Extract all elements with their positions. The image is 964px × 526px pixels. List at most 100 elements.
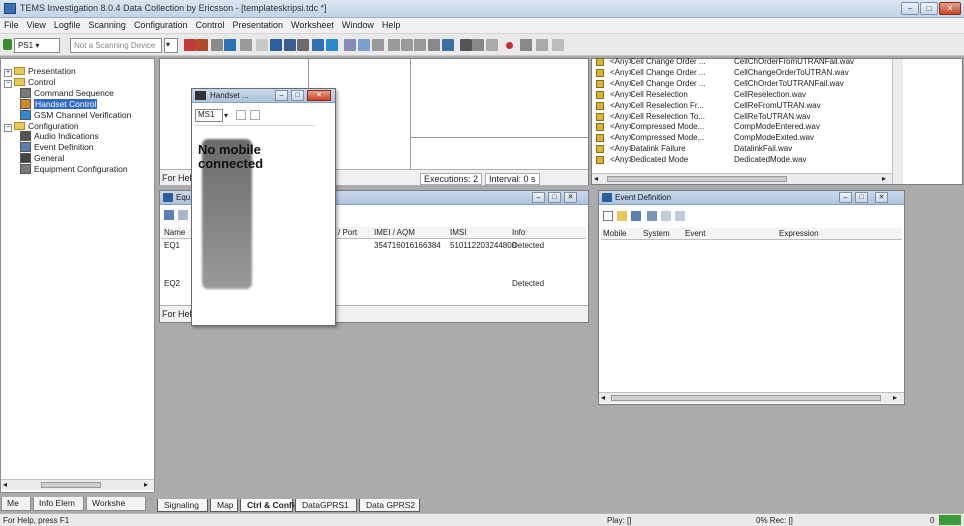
toolbar-tool-icon[interactable] xyxy=(506,42,513,49)
worksheet-tab[interactable]: Signaling xyxy=(157,499,208,512)
list-item[interactable]: <Any> Datalink Failure DatalinkFail.wav xyxy=(594,143,890,154)
scroll-right-icon[interactable]: ▸ xyxy=(893,393,897,402)
audio-event: Cell Change Order ... xyxy=(630,57,706,66)
menu-window[interactable]: Window xyxy=(338,18,378,30)
toolbar-tool-icon[interactable] xyxy=(388,39,400,51)
list-item[interactable]: <Any> Dedicated Mode DedicatedMode.wav xyxy=(594,154,890,165)
delete-icon[interactable] xyxy=(675,211,685,221)
worksheet-tab[interactable]: Map xyxy=(210,499,238,512)
list-item[interactable]: <Any> Cell Change Order ... CellChOrderToU… xyxy=(594,78,890,89)
collapse-icon[interactable]: − xyxy=(4,123,12,132)
menu-presentation[interactable]: Presentation xyxy=(229,18,288,30)
toolbar-tool-icon[interactable] xyxy=(486,39,498,51)
toolbar-tool-icon[interactable] xyxy=(284,39,296,51)
navigator-hscroll[interactable]: ◂ ▸ xyxy=(1,479,154,490)
handset-maximize-button[interactable]: □ xyxy=(291,90,304,101)
nav-tab-info-elem[interactable]: Info Elem xyxy=(33,497,84,511)
toolbar-tool-icon[interactable] xyxy=(372,39,384,51)
minimize-button[interactable]: – xyxy=(901,2,919,15)
collapse-icon[interactable]: − xyxy=(4,79,12,88)
toolbar-tool-icon[interactable] xyxy=(472,39,484,51)
new-icon[interactable] xyxy=(603,211,613,221)
toolbar-tool-icon[interactable] xyxy=(401,39,413,51)
toolbar-tool-icon[interactable] xyxy=(414,39,426,51)
device-combo-value: PS1 xyxy=(18,41,34,50)
scroll-left-icon[interactable]: ◂ xyxy=(3,480,7,489)
menu-logfile[interactable]: Logfile xyxy=(50,18,85,30)
toolbar-tool-icon[interactable] xyxy=(240,39,252,51)
toolbar-tool-icon[interactable] xyxy=(442,39,454,51)
scanning-combo-dropdown[interactable]: ▾ xyxy=(164,38,178,53)
scroll-thumb[interactable] xyxy=(611,395,881,401)
toolbar-tool-icon[interactable] xyxy=(184,39,196,51)
menu-configuration[interactable]: Configuration xyxy=(130,18,192,30)
handset-close-button[interactable]: ✕ xyxy=(307,90,331,101)
handset-connect-icon[interactable] xyxy=(236,110,246,120)
list-item[interactable]: <Any> Compressed Mode... CompModeExited.wa… xyxy=(594,132,890,143)
scroll-left-icon[interactable]: ◂ xyxy=(601,393,605,402)
save-icon[interactable] xyxy=(631,211,641,221)
scroll-right-icon[interactable]: ▸ xyxy=(882,174,886,183)
worksheet-tab[interactable]: Data GPRS2 xyxy=(359,499,420,512)
scroll-right-icon[interactable]: ▸ xyxy=(144,480,148,489)
toolbar-tool-icon[interactable] xyxy=(326,39,338,51)
toolbar-tool-icon[interactable] xyxy=(196,39,208,51)
toolbar-tool-icon[interactable] xyxy=(344,39,356,51)
list-item[interactable]: <Any> Cell Reselection Fr... CellReFromUTR… xyxy=(594,100,890,111)
add-icon[interactable] xyxy=(647,211,657,221)
maximize-button[interactable]: □ xyxy=(920,2,938,15)
handset-minimize-button[interactable]: – xyxy=(275,90,288,101)
scanning-combo[interactable]: Not a Scanning Device xyxy=(70,38,162,53)
nav-tab-menu[interactable]: Me xyxy=(1,497,31,511)
equipment-tool2-icon[interactable] xyxy=(178,210,188,220)
list-item[interactable]: <Any> Cell Reselection CellReselection.wav xyxy=(594,89,890,100)
menu-help[interactable]: Help xyxy=(378,18,405,30)
open-icon[interactable] xyxy=(617,211,627,221)
audio-vscroll[interactable] xyxy=(892,59,903,184)
toolbar-tool-icon[interactable] xyxy=(536,39,548,51)
nav-tab-worksheet[interactable]: Workshe xyxy=(86,497,146,511)
audio-hscroll[interactable]: ◂ ▸ xyxy=(592,173,892,184)
toolbar-tool-icon[interactable] xyxy=(312,39,324,51)
edit-icon[interactable] xyxy=(661,211,671,221)
equipment-maximize-button[interactable]: □ xyxy=(548,192,561,203)
scroll-thumb[interactable] xyxy=(607,176,787,182)
list-item[interactable]: <Any> Cell Change Order ... CellChOrderFro… xyxy=(594,56,890,67)
toolbar-tool-icon[interactable] xyxy=(552,39,564,51)
equipment-close-button[interactable]: ✕ xyxy=(564,192,577,203)
toolbar-tool-icon[interactable] xyxy=(428,39,440,51)
toolbar-tool-icon[interactable] xyxy=(270,39,282,51)
scroll-left-icon[interactable]: ◂ xyxy=(594,174,598,183)
list-item[interactable]: <Any> Cell Reselection To... CellReToUTRAN… xyxy=(594,111,890,122)
menu-scanning[interactable]: Scanning xyxy=(84,18,130,30)
toolbar-tool-icon[interactable] xyxy=(211,39,223,51)
handset-disconnect-icon[interactable] xyxy=(250,110,260,120)
toolbar-tool-icon[interactable] xyxy=(256,39,268,51)
event-hscroll[interactable]: ◂ ▸ xyxy=(599,392,904,403)
event-close-button[interactable]: ✕ xyxy=(875,192,888,203)
equipment-tool-icon[interactable] xyxy=(164,210,174,220)
event-maximize-button[interactable]: □ xyxy=(855,192,868,203)
worksheet-tab[interactable]: Ctrl & Config xyxy=(240,499,299,512)
navigator-item[interactable]: Equipment Configuration xyxy=(20,163,128,175)
menu-file[interactable]: File xyxy=(0,18,23,30)
toolbar-tool-icon[interactable] xyxy=(224,39,236,51)
menu-worksheet[interactable]: Worksheet xyxy=(287,18,338,30)
scroll-thumb[interactable] xyxy=(41,482,101,488)
handset-device-dropdown-icon[interactable]: ▾ xyxy=(224,111,228,120)
equipment-minimize-button[interactable]: – xyxy=(532,192,545,203)
menu-view[interactable]: View xyxy=(23,18,50,30)
toolbar-tool-icon[interactable] xyxy=(297,39,309,51)
worksheet-tab[interactable]: DataGPRS1 xyxy=(295,499,357,512)
event-minimize-button[interactable]: – xyxy=(839,192,852,203)
handset-device-combo[interactable]: MS1 xyxy=(195,109,223,122)
device-combo[interactable]: PS1 ▾ xyxy=(14,38,60,53)
toolbar-tool-icon[interactable] xyxy=(460,39,472,51)
close-button[interactable]: ✕ xyxy=(939,2,961,15)
list-item[interactable]: <Any> Compressed Mode... CompModeEntered.w… xyxy=(594,121,890,132)
menu-control[interactable]: Control xyxy=(191,18,228,30)
list-item[interactable]: <Any> Cell Change Order ... CellChangeOrde… xyxy=(594,67,890,78)
speaker-icon xyxy=(596,112,604,121)
toolbar-tool-icon[interactable] xyxy=(520,39,532,51)
toolbar-tool-icon[interactable] xyxy=(358,39,370,51)
